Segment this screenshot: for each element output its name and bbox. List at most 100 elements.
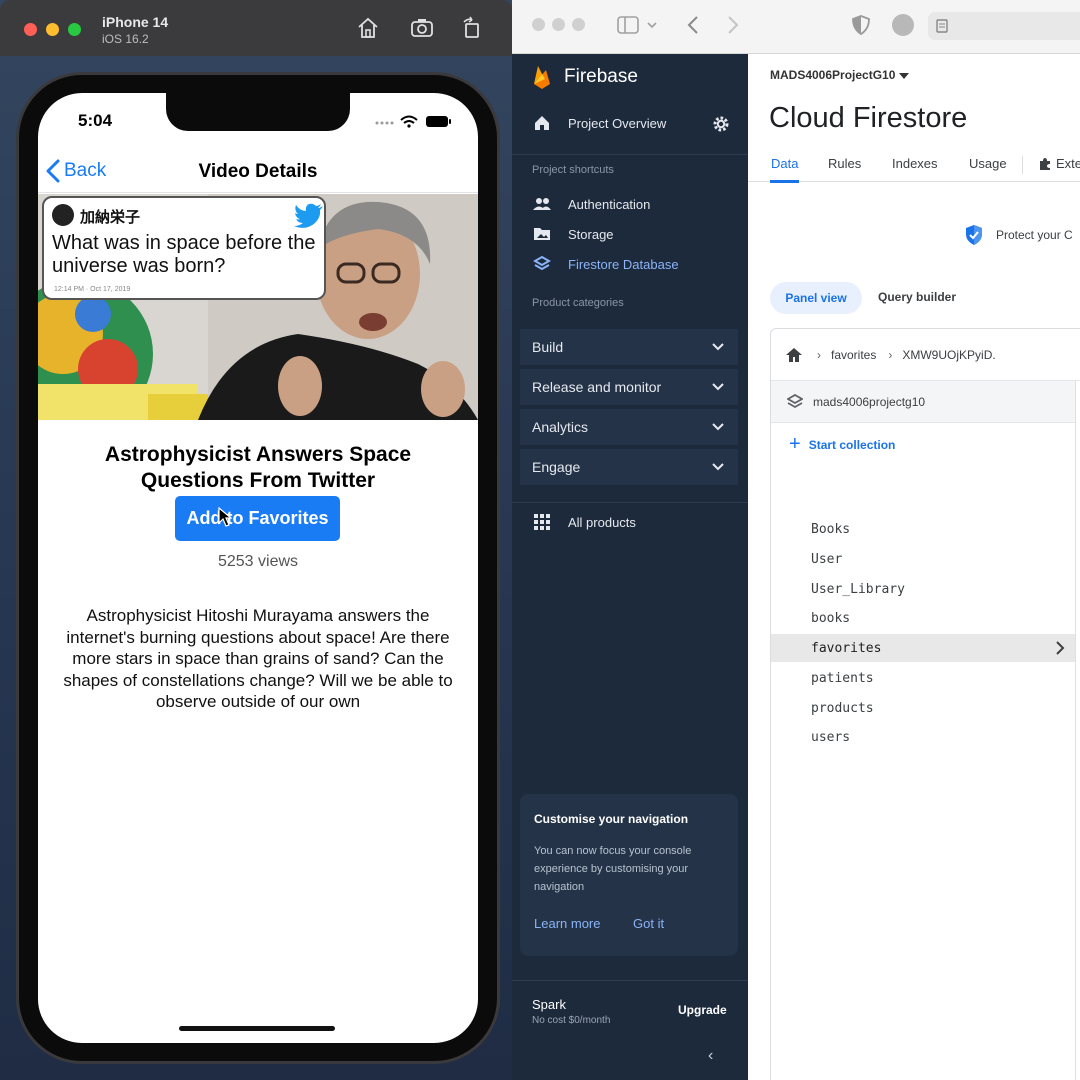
notch xyxy=(166,93,350,131)
phone-screen: 5:04 Back Video Details 加納栄子 What was in… xyxy=(38,93,478,1043)
shield-icon[interactable] xyxy=(850,14,872,36)
sidebar-toggle-icon[interactable] xyxy=(616,14,660,36)
add-to-favorites-button[interactable]: Add to Favorites xyxy=(175,496,340,541)
tab-rules[interactable]: Rules xyxy=(828,156,861,171)
plan-name: Spark xyxy=(532,997,566,1012)
project-name: MADS4006ProjectG10 xyxy=(770,68,896,82)
sidebar-item-storage[interactable]: Storage xyxy=(520,219,740,249)
close-window-button[interactable] xyxy=(532,18,545,31)
card-title: Customise your navigation xyxy=(534,812,689,826)
sidebar-item-label: Firestore Database xyxy=(568,256,679,272)
minimize-window-button[interactable] xyxy=(552,18,565,31)
mouse-cursor-icon xyxy=(218,507,232,527)
screenshot-icon[interactable] xyxy=(410,16,434,40)
sidebar-item-authentication[interactable]: Authentication xyxy=(520,189,740,219)
learn-more-link[interactable]: Learn more xyxy=(534,916,600,931)
extension-icon[interactable] xyxy=(892,14,914,36)
home-icon[interactable] xyxy=(356,16,380,40)
query-builder-button[interactable]: Query builder xyxy=(878,290,956,304)
navigation-bar: Back Video Details xyxy=(38,149,478,193)
category-analytics[interactable]: Analytics xyxy=(520,409,738,445)
collection-item[interactable]: User xyxy=(771,545,1075,573)
firestore-main: MADS4006ProjectG10 Cloud Firestore Data … xyxy=(748,54,1080,1080)
tab-label: Exte xyxy=(1056,156,1080,171)
firebase-sidebar: Firebase Project Overview Project shortc… xyxy=(512,54,748,1080)
breadcrumb-item[interactable]: favorites xyxy=(831,348,876,362)
got-it-link[interactable]: Got it xyxy=(633,916,664,931)
start-collection-button[interactable]: + Start collection xyxy=(789,433,895,456)
home-indicator[interactable] xyxy=(179,1026,335,1031)
minimize-window-button[interactable] xyxy=(46,23,59,36)
sidebar-item-label: Storage xyxy=(568,226,614,242)
card-text: You can now focus your console experienc… xyxy=(534,845,692,893)
database-row[interactable]: mads4006projectg10 xyxy=(771,381,1075,423)
collection-item[interactable]: users xyxy=(771,723,1075,751)
forward-arrow-icon[interactable] xyxy=(724,14,740,36)
protect-banner[interactable]: Protect your C xyxy=(964,224,1073,246)
sidebar-item-all-products[interactable]: All products xyxy=(520,507,740,537)
tab-divider xyxy=(1022,156,1023,174)
collection-item[interactable]: Books xyxy=(771,515,1075,543)
battery-icon xyxy=(426,116,448,127)
rotate-icon[interactable] xyxy=(460,16,484,40)
data-panel: › favorites › XMW9UOjKPyiD. mads4006proj… xyxy=(770,328,1080,1080)
chevron-right-icon xyxy=(1056,641,1065,655)
zoom-window-button[interactable] xyxy=(68,23,81,36)
address-bar[interactable] xyxy=(928,12,1080,40)
active-tab-indicator xyxy=(770,180,799,183)
plus-icon: + xyxy=(789,433,801,455)
shield-check-icon xyxy=(966,225,982,245)
chevron-down-icon xyxy=(712,423,724,431)
sidebar-item-project-overview[interactable]: Project Overview xyxy=(520,108,740,138)
tweet-text: What was in space before the universe wa… xyxy=(52,232,316,277)
collection-label: favorites xyxy=(811,640,882,656)
chevron-down-icon xyxy=(712,343,724,351)
collection-item[interactable]: books xyxy=(771,604,1075,632)
breadcrumb-separator-icon: › xyxy=(817,347,821,362)
panel-view-button[interactable]: Panel view xyxy=(770,282,862,314)
sidebar-item-firestore-database[interactable]: Firestore Database xyxy=(520,249,740,279)
video-title: Astrophysicist Answers Space Questions F… xyxy=(104,443,412,492)
tab-extensions[interactable]: Exte xyxy=(1038,156,1080,171)
back-arrow-icon[interactable] xyxy=(686,14,702,36)
breadcrumb-item[interactable]: XMW9UOjKPyiD. xyxy=(902,348,995,362)
category-build[interactable]: Build xyxy=(520,329,738,365)
category-release-and-monitor[interactable]: Release and monitor xyxy=(520,369,738,405)
twitter-icon xyxy=(294,203,323,228)
os-version: iOS 16.2 xyxy=(102,32,149,46)
sidebar-item-label: Project Overview xyxy=(568,115,667,131)
view-count: 5253 views xyxy=(217,553,299,570)
chevron-down-icon xyxy=(712,463,724,471)
grid-icon xyxy=(532,512,552,532)
close-window-button[interactable] xyxy=(24,23,37,36)
nav-title: Video Details xyxy=(198,161,318,182)
tweet-author: 加納栄子 xyxy=(80,209,141,226)
project-selector[interactable]: MADS4006ProjectG10 xyxy=(770,68,909,82)
category-label: Engage xyxy=(532,459,581,475)
collection-item[interactable]: User_Library xyxy=(771,575,1075,603)
collection-item-selected[interactable]: favorites xyxy=(771,634,1075,662)
simulator-titlebar: iPhone 14 iOS 16.2 xyxy=(0,0,512,56)
status-icons xyxy=(375,115,451,128)
divider xyxy=(512,154,748,155)
breadcrumb: › favorites › XMW9UOjKPyiD. xyxy=(771,329,1080,381)
panel-divider xyxy=(1075,381,1076,1080)
collapse-sidebar-icon[interactable]: ‹ xyxy=(708,1047,713,1065)
home-icon[interactable] xyxy=(785,347,803,363)
caret-down-icon xyxy=(898,73,909,79)
category-engage[interactable]: Engage xyxy=(520,449,738,485)
upgrade-button[interactable]: Upgrade xyxy=(678,1003,727,1017)
video-thumbnail[interactable]: 加納栄子 What was in space before the univer… xyxy=(38,194,478,420)
categories-heading: Product categories xyxy=(532,297,624,309)
collection-item[interactable]: patients xyxy=(771,664,1075,692)
tab-indexes[interactable]: Indexes xyxy=(892,156,938,171)
divider xyxy=(512,502,748,503)
tab-usage[interactable]: Usage xyxy=(969,156,1007,171)
plan-area: Spark No cost $0/month Upgrade ‹ xyxy=(512,980,748,1080)
tab-data[interactable]: Data xyxy=(771,156,798,171)
zoom-window-button[interactable] xyxy=(572,18,585,31)
firestore-tabs: Data Rules Indexes Usage Exte xyxy=(748,150,1080,183)
gear-icon[interactable] xyxy=(712,115,730,133)
firestore-icon xyxy=(787,393,803,408)
collection-item[interactable]: products xyxy=(771,694,1075,722)
